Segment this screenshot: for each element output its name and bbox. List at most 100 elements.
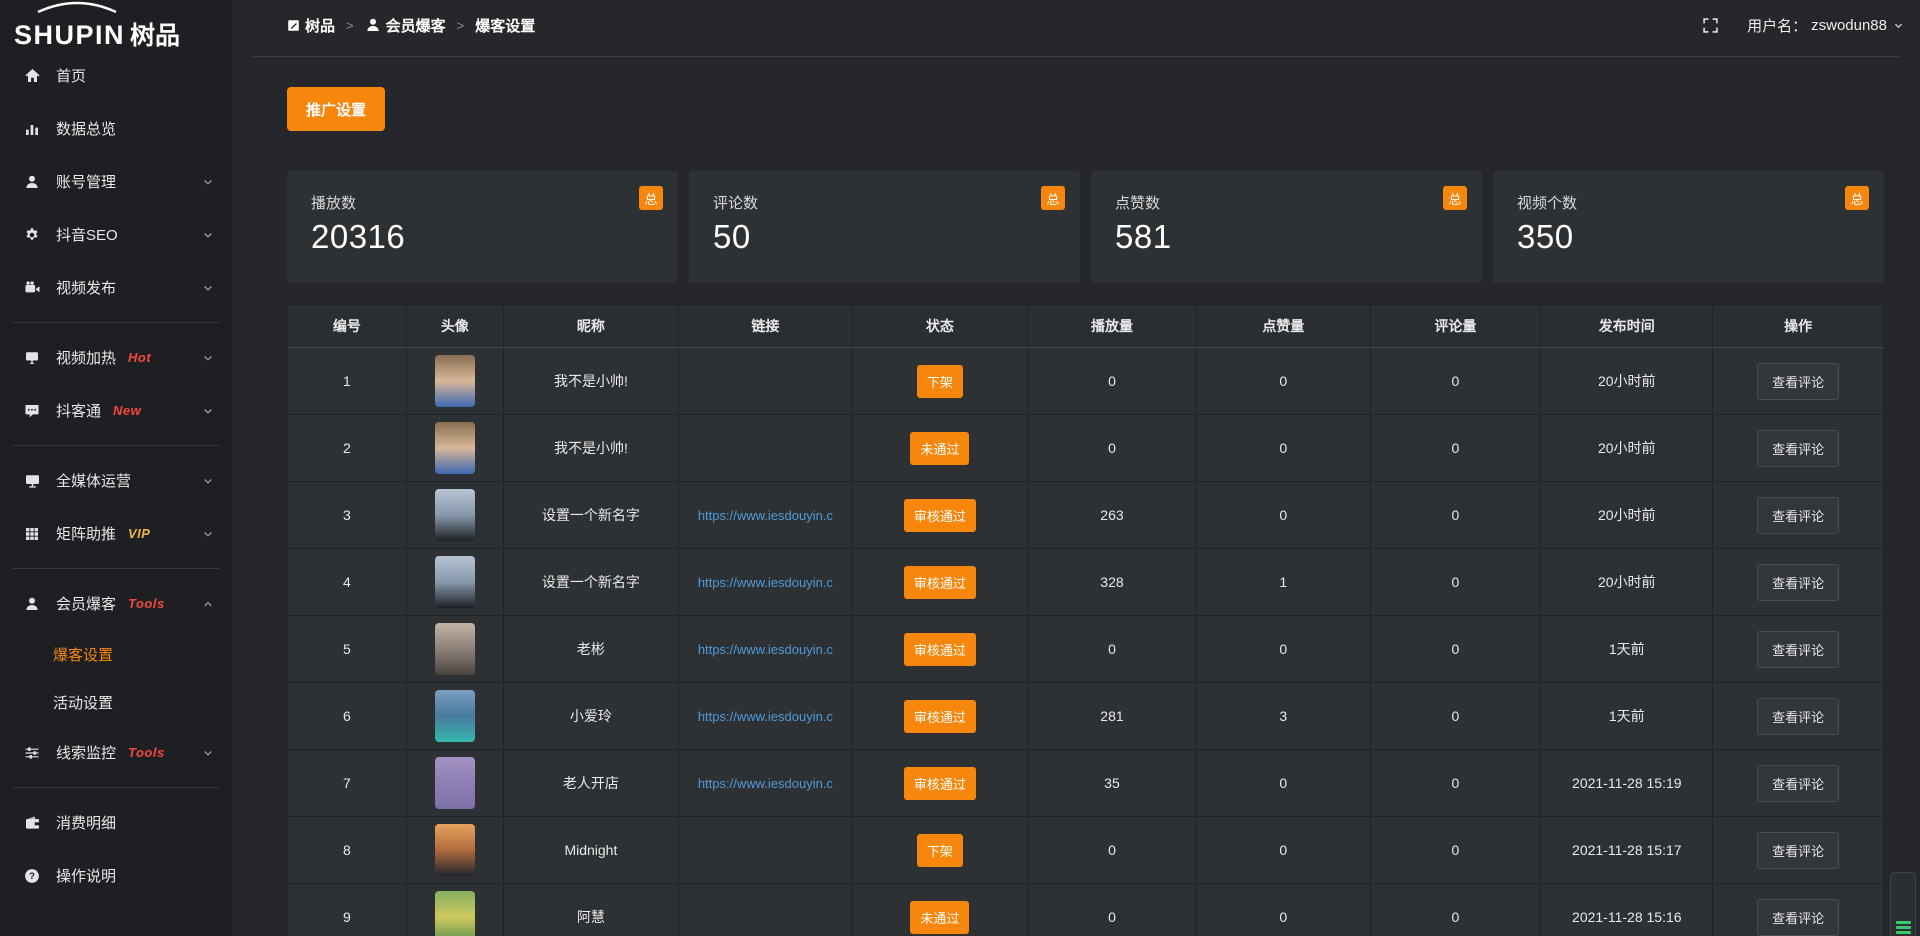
status-badge: 审核通过 xyxy=(904,767,976,800)
avatar xyxy=(435,891,475,936)
sidebar-item-label: 全媒体运营 xyxy=(56,470,131,491)
column-header: 评论量 xyxy=(1370,305,1541,348)
sidebar: SHUPIN 树品 首页数据总览账号管理抖音SEO 视频发布视频加热Hot抖客通N… xyxy=(0,0,232,936)
view-comments-button[interactable]: 查看评论 xyxy=(1757,631,1839,668)
cell-comments: 0 xyxy=(1370,616,1541,683)
wallet-icon xyxy=(24,815,42,831)
floating-widget[interactable] xyxy=(1890,872,1916,936)
cell-comments: 0 xyxy=(1370,817,1541,884)
cell-avatar xyxy=(406,348,503,415)
topbar-right: 用户名：zswodun88 xyxy=(1702,15,1904,36)
view-comments-button[interactable]: 查看评论 xyxy=(1757,698,1839,735)
sidebar-item[interactable]: ?操作说明 xyxy=(0,849,232,902)
topbar: 树品>会员爆客>爆客设置 用户名：zswodun88 xyxy=(232,0,1920,50)
video-link[interactable]: https://www.iesdouyin.c xyxy=(698,709,833,724)
video-link[interactable]: https://www.iesdouyin.c xyxy=(698,642,833,657)
cell-link: https://www.iesdouyin.c xyxy=(679,482,853,549)
view-comments-button[interactable]: 查看评论 xyxy=(1757,430,1839,467)
breadcrumb-separator: > xyxy=(346,18,354,33)
video-camera-icon xyxy=(24,280,42,296)
stat-card: 评论数50总 xyxy=(689,171,1080,283)
view-comments-button[interactable]: 查看评论 xyxy=(1757,899,1839,936)
monitor-icon xyxy=(24,473,42,489)
stat-card-value: 20316 xyxy=(311,218,654,256)
sidebar-item-label: 视频发布 xyxy=(56,277,116,298)
sidebar-item[interactable]: 数据总览 xyxy=(0,102,232,155)
sidebar-item[interactable]: 全媒体运营 xyxy=(0,454,232,507)
sidebar-item[interactable]: 抖音SEO xyxy=(0,208,232,261)
total-badge: 总 xyxy=(1443,186,1467,210)
cell-plays: 281 xyxy=(1027,683,1196,750)
total-badge: 总 xyxy=(1041,186,1065,210)
chevron-down-icon xyxy=(202,405,214,417)
cell-nickname: 老人开店 xyxy=(503,750,678,817)
sidebar-item[interactable]: 抖客通New xyxy=(0,384,232,437)
widget-stripe xyxy=(1896,921,1911,924)
breadcrumb-label: 会员爆客 xyxy=(386,15,446,36)
cell-action: 查看评论 xyxy=(1713,415,1884,482)
sidebar-subitem[interactable]: 爆客设置 xyxy=(0,630,232,678)
cell-status: 审核通过 xyxy=(852,482,1027,549)
cell-plays: 0 xyxy=(1027,884,1196,936)
cell-id: 5 xyxy=(288,616,407,683)
sidebar-item[interactable]: 消费明细 xyxy=(0,796,232,849)
stat-card: 视频个数350总 xyxy=(1493,171,1884,283)
breadcrumb-label: 树品 xyxy=(305,15,335,36)
cell-plays: 0 xyxy=(1027,616,1196,683)
chevron-down-icon xyxy=(202,352,214,364)
sidebar-item[interactable]: 会员爆客Tools xyxy=(0,577,232,630)
view-comments-button[interactable]: 查看评论 xyxy=(1757,765,1839,802)
cell-status: 未通过 xyxy=(852,415,1027,482)
screen-icon xyxy=(24,350,42,366)
view-comments-button[interactable]: 查看评论 xyxy=(1757,564,1839,601)
sidebar-item[interactable]: 矩阵助推VIP xyxy=(0,507,232,560)
sidebar-item[interactable]: 首页 xyxy=(0,49,232,102)
chevron-down-icon xyxy=(202,229,214,241)
stat-card-label: 视频个数 xyxy=(1517,192,1860,213)
sidebar-subitem[interactable]: 活动设置 xyxy=(0,678,232,726)
video-link[interactable]: https://www.iesdouyin.c xyxy=(698,575,833,590)
logo-arc-icon xyxy=(34,1,120,13)
cell-link xyxy=(679,817,853,884)
sidebar-item[interactable]: 线索监控Tools xyxy=(0,726,232,779)
cell-status: 审核通过 xyxy=(852,616,1027,683)
cell-id: 8 xyxy=(288,817,407,884)
cell-action: 查看评论 xyxy=(1713,884,1884,936)
chevron-down-icon xyxy=(1893,20,1904,31)
breadcrumb-item[interactable]: 爆客设置 xyxy=(475,15,535,36)
sidebar-separator xyxy=(12,445,220,446)
promo-settings-button[interactable]: 推广设置 xyxy=(287,87,385,131)
user-menu[interactable]: 用户名：zswodun88 xyxy=(1747,15,1904,36)
view-comments-button[interactable]: 查看评论 xyxy=(1757,497,1839,534)
sidebar-item[interactable]: 账号管理 xyxy=(0,155,232,208)
stat-card-label: 评论数 xyxy=(713,192,1056,213)
cell-plays: 0 xyxy=(1027,415,1196,482)
breadcrumb-item[interactable]: 会员爆客 xyxy=(365,15,446,36)
video-link[interactable]: https://www.iesdouyin.c xyxy=(698,508,833,523)
view-comments-button[interactable]: 查看评论 xyxy=(1757,832,1839,869)
view-comments-button[interactable]: 查看评论 xyxy=(1757,363,1839,400)
table-row: 5老彬https://www.iesdouyin.c审核通过0001天前查看评论 xyxy=(288,616,1884,683)
cell-comments: 0 xyxy=(1370,683,1541,750)
avatar xyxy=(435,824,475,876)
status-badge: 审核通过 xyxy=(904,566,976,599)
cell-avatar xyxy=(406,884,503,936)
cell-id: 2 xyxy=(288,415,407,482)
cell-avatar xyxy=(406,482,503,549)
cell-time: 20小时前 xyxy=(1541,415,1713,482)
sidebar-item[interactable]: 视频加热Hot xyxy=(0,331,232,384)
sidebar-item[interactable]: 视频发布 xyxy=(0,261,232,314)
fullscreen-icon[interactable] xyxy=(1702,17,1719,34)
breadcrumb-item[interactable]: 树品 xyxy=(287,15,335,36)
app-logo[interactable]: SHUPIN 树品 xyxy=(0,0,232,49)
video-link[interactable]: https://www.iesdouyin.c xyxy=(698,776,833,791)
bar-chart-icon xyxy=(24,121,42,137)
cell-comments: 0 xyxy=(1370,884,1541,936)
stat-card: 播放数20316总 xyxy=(287,171,678,283)
cell-time: 1天前 xyxy=(1541,683,1713,750)
cell-likes: 0 xyxy=(1196,884,1370,936)
status-badge: 未通过 xyxy=(910,432,969,465)
stat-card-label: 点赞数 xyxy=(1115,192,1458,213)
user-icon xyxy=(24,174,42,190)
cell-plays: 0 xyxy=(1027,348,1196,415)
